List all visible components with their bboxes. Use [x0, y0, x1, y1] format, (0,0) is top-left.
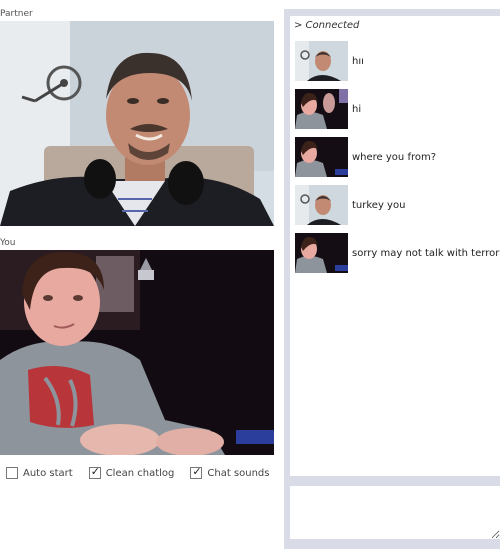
chat-options: Auto start Clean chatlog Chat sounds — [6, 465, 276, 481]
you-avatar — [295, 137, 348, 177]
clean-chatlog-option[interactable]: Clean chatlog — [88, 465, 175, 479]
chat-message: where you from? — [295, 137, 500, 177]
connection-status: > Connected — [294, 20, 360, 31]
chat-log[interactable]: > Connected hıı hi where you from? turke… — [290, 16, 500, 476]
you-avatar — [295, 233, 348, 273]
you-avatar — [295, 89, 348, 129]
partner-label: Partner — [0, 9, 33, 19]
chat-panel: > Connected hıı hi where you from? turke… — [284, 9, 500, 549]
chat-message-text: turkey you — [352, 199, 406, 211]
you-video-image — [0, 250, 274, 455]
chat-sounds-option[interactable]: Chat sounds — [190, 465, 270, 479]
partner-video — [0, 21, 274, 226]
you-video — [0, 250, 274, 455]
partner-video-image — [0, 21, 274, 226]
chat-message: hıı — [295, 41, 500, 81]
clean-chatlog-label: Clean chatlog — [105, 467, 175, 479]
auto-start-label: Auto start — [23, 467, 73, 479]
auto-start-checkbox[interactable] — [6, 467, 18, 479]
you-label: You — [0, 238, 16, 248]
chat-sounds-checkbox[interactable] — [190, 465, 203, 479]
chat-input[interactable] — [290, 486, 500, 539]
chat-message-text: where you from? — [352, 151, 437, 163]
auto-start-option[interactable]: Auto start — [6, 467, 73, 479]
chat-message: turkey you — [295, 185, 500, 225]
chat-sounds-label: Chat sounds — [207, 467, 270, 479]
partner-avatar — [295, 41, 348, 81]
chat-message-text: sorry may not talk with terrori — [352, 247, 500, 259]
chat-message: hi — [295, 89, 500, 129]
chat-message-text: hi — [352, 103, 362, 115]
chat-message-text: hıı — [352, 55, 364, 67]
clean-chatlog-checkbox[interactable] — [88, 465, 101, 479]
partner-avatar — [295, 185, 348, 225]
chat-message: sorry may not talk with terrori — [295, 233, 500, 273]
